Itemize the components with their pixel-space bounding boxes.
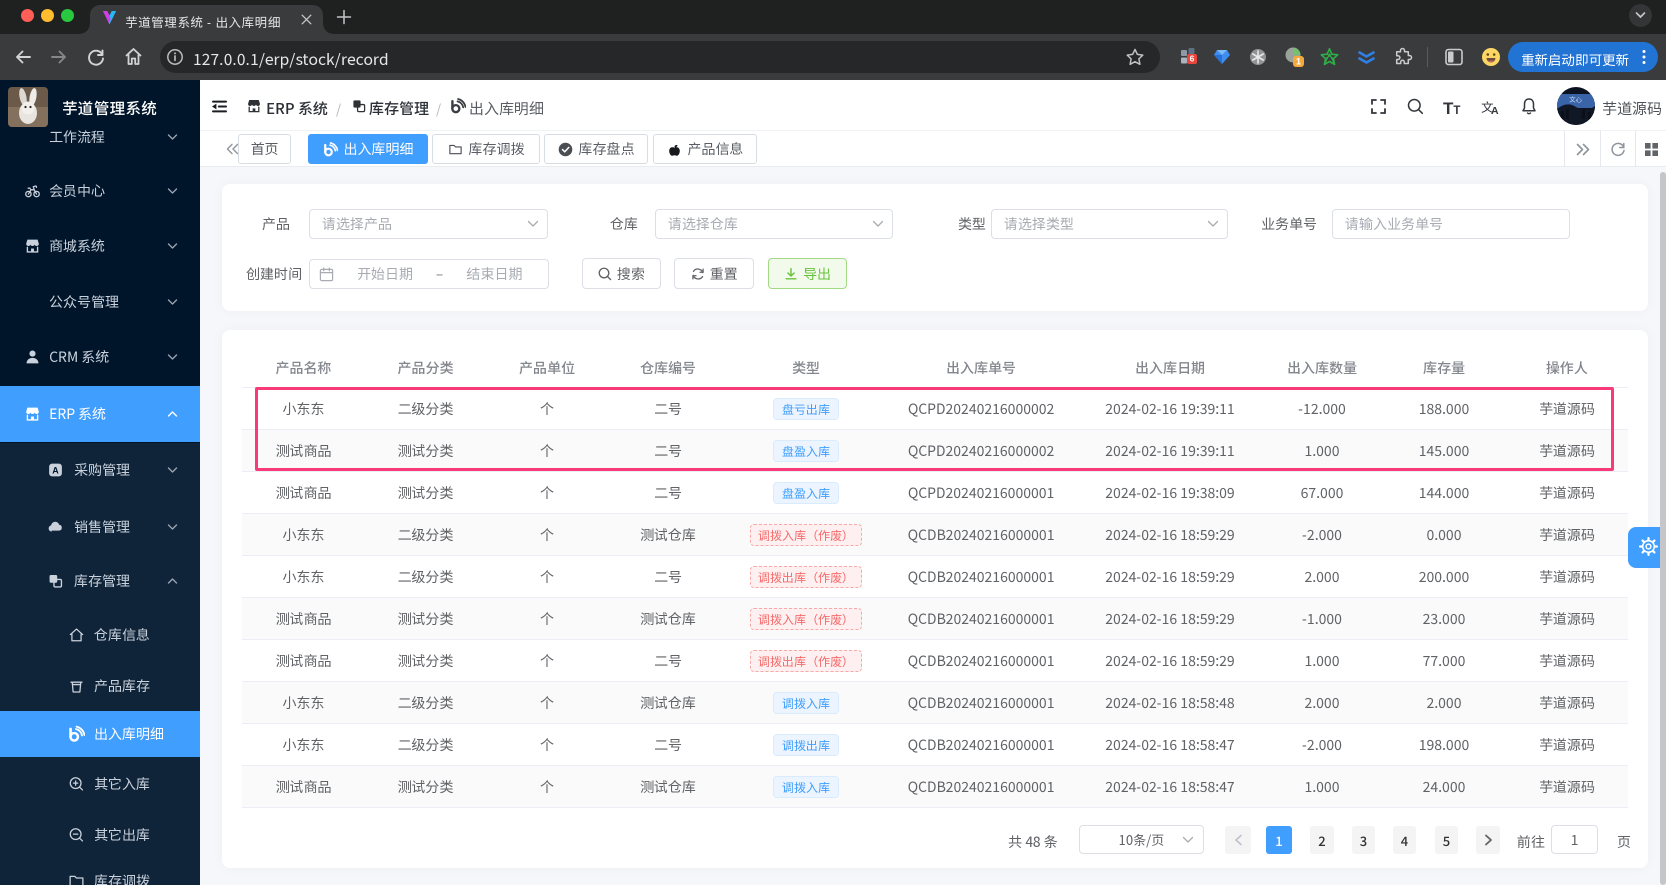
svg-text:A: A	[52, 465, 59, 475]
svg-text:1: 1	[1296, 57, 1301, 67]
svg-text:6: 6	[1190, 54, 1195, 64]
svg-text:文心: 文心	[1569, 94, 1583, 104]
